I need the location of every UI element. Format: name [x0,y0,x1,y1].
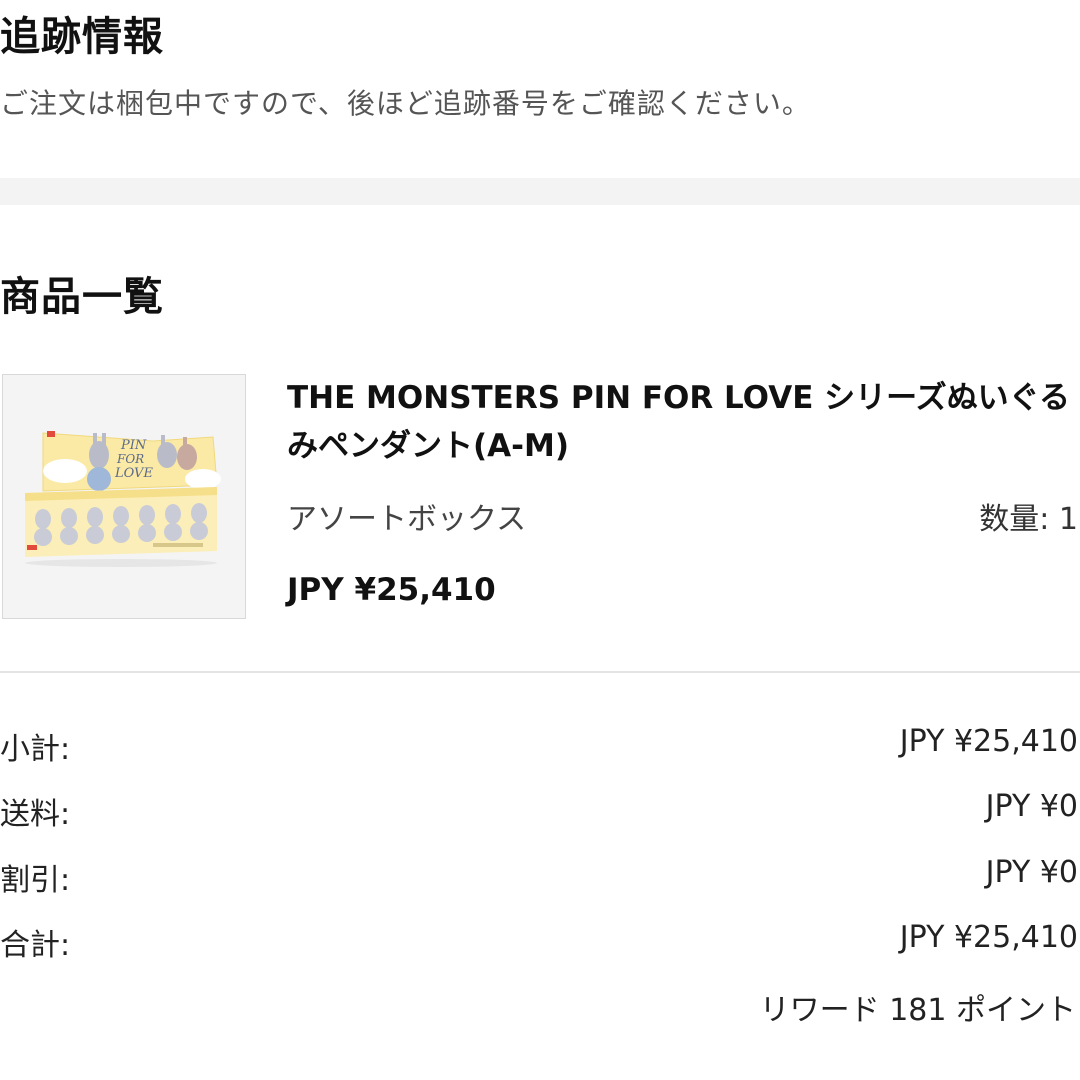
shipping-label: 送料: [0,797,71,832]
tracking-title: 追跡情報 [0,14,164,60]
reward-points: リワード 181 ポイント [759,993,1076,1028]
subtotal-row: 小計: JPY ¥25,410 [0,724,1080,768]
total-label: 合計: [0,928,71,963]
svg-text:FOR: FOR [116,452,144,466]
total-row: 合計: JPY ¥25,410 [0,920,1080,964]
svg-text:LOVE: LOVE [114,466,153,481]
shipping-value: JPY ¥0 [985,789,1078,824]
product-image[interactable]: PIN FOR LOVE [2,374,246,619]
subtotal-label: 小計: [0,732,71,767]
summary-divider [0,671,1080,673]
items-title: 商品一覧 [0,274,164,320]
product-variant: アソートボックス [287,502,527,537]
order-detail-page: 追跡情報 ご注文は梱包中ですので、後ほど追跡番号をご確認ください。 商品一覧 P… [0,0,1080,1080]
discount-value: JPY ¥0 [985,855,1078,890]
tracking-message: ご注文は梱包中ですので、後ほど追跡番号をご確認ください。 [0,87,811,120]
svg-text:PIN: PIN [120,438,147,453]
product-price: JPY ¥25,410 [287,572,496,608]
subtotal-value: JPY ¥25,410 [899,724,1078,759]
product-quantity: 数量: 1 [979,502,1078,537]
discount-row: 割引: JPY ¥0 [0,855,1080,899]
shipping-row: 送料: JPY ¥0 [0,789,1080,833]
total-value: JPY ¥25,410 [899,920,1078,955]
discount-label: 割引: [0,863,71,898]
section-divider-band [0,178,1080,205]
product-name[interactable]: THE MONSTERS PIN FOR LOVE シリーズぬいぐるみペンダント… [287,374,1077,470]
